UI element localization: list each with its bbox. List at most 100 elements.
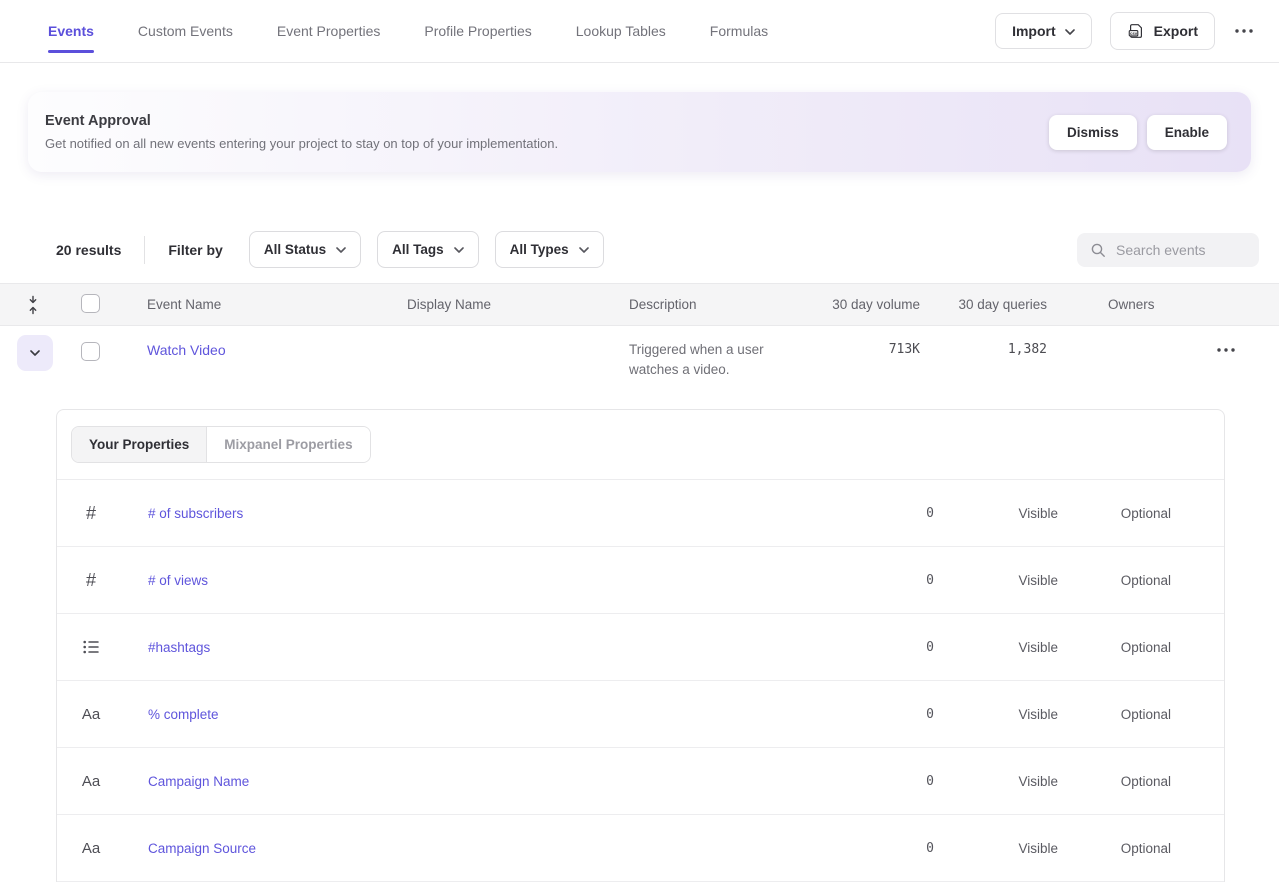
property-visibility: Visible (934, 640, 1058, 655)
property-requirement: Optional (1058, 774, 1171, 789)
properties-tabs-bar: Your Properties Mixpanel Properties (57, 410, 1224, 480)
text-icon: Aa (57, 707, 125, 722)
banner-text: Event Approval Get notified on all new e… (45, 113, 1049, 151)
chevron-down-icon (454, 247, 464, 253)
number-icon: # (57, 504, 125, 522)
property-row: # # of subscribers 0 Visible Optional (57, 480, 1224, 547)
types-filter-label: All Types (510, 242, 569, 257)
tab-mixpanel-properties[interactable]: Mixpanel Properties (207, 427, 369, 462)
list-icon (57, 640, 125, 654)
property-requirement: Optional (1058, 640, 1171, 655)
property-visibility: Visible (934, 707, 1058, 722)
status-filter-label: All Status (264, 242, 326, 257)
top-navigation: Events Custom Events Event Properties Pr… (0, 0, 1279, 63)
svg-text:csv: csv (1130, 31, 1138, 36)
more-options-button[interactable] (1233, 25, 1255, 37)
tab-custom-events[interactable]: Custom Events (138, 0, 233, 62)
property-name-link[interactable]: Campaign Name (148, 774, 249, 789)
property-requirement: Optional (1058, 707, 1171, 722)
property-row: Aa % complete 0 Visible Optional (57, 681, 1224, 748)
property-visibility: Visible (934, 573, 1058, 588)
tab-formulas[interactable]: Formulas (710, 0, 768, 62)
banner-title: Event Approval (45, 113, 1049, 129)
results-count: 20 results (56, 242, 121, 258)
event-properties-panel: Your Properties Mixpanel Properties # # … (56, 409, 1225, 882)
property-name-link[interactable]: # of views (148, 573, 208, 588)
chevron-down-icon (1065, 29, 1075, 35)
property-volume: 0 (814, 774, 934, 789)
collapse-rows-icon (27, 295, 39, 315)
property-name-link[interactable]: #hashtags (148, 640, 210, 655)
property-visibility: Visible (934, 506, 1058, 521)
property-volume: 0 (814, 707, 934, 722)
more-icon (1235, 29, 1253, 33)
event-queries: 1,382 (920, 326, 1047, 357)
property-row: #hashtags 0 Visible Optional (57, 614, 1224, 681)
property-visibility: Visible (934, 841, 1058, 856)
text-icon: Aa (57, 774, 125, 789)
tab-events[interactable]: Events (48, 0, 94, 62)
property-volume: 0 (814, 841, 934, 856)
tab-your-properties[interactable]: Your Properties (72, 427, 207, 462)
enable-button[interactable]: Enable (1147, 115, 1227, 150)
tags-filter-dropdown[interactable]: All Tags (377, 231, 479, 268)
property-name-link[interactable]: % complete (148, 707, 219, 722)
text-icon: Aa (57, 841, 125, 856)
column-event-name: Event Name (132, 297, 392, 312)
import-button-label: Import (1012, 23, 1056, 39)
dismiss-button[interactable]: Dismiss (1049, 115, 1137, 150)
tags-filter-label: All Tags (392, 242, 444, 257)
property-name-link[interactable]: # of subscribers (148, 506, 243, 521)
property-volume: 0 (814, 573, 934, 588)
event-volume: 713K (805, 326, 920, 357)
export-button[interactable]: csv Export (1110, 12, 1215, 50)
property-requirement: Optional (1058, 573, 1171, 588)
topbar-actions: Import csv Export (995, 12, 1255, 50)
chevron-down-icon (579, 247, 589, 253)
row-more-options-button[interactable] (1215, 346, 1237, 354)
property-row: Aa Campaign Name 0 Visible Optional (57, 748, 1224, 815)
property-visibility: Visible (934, 774, 1058, 789)
export-button-label: Export (1154, 23, 1198, 39)
column-owners: Owners (1047, 297, 1279, 312)
select-all-checkbox[interactable] (81, 294, 100, 313)
nav-tabs: Events Custom Events Event Properties Pr… (48, 0, 995, 62)
event-name-link[interactable]: Watch Video (147, 342, 226, 358)
property-requirement: Optional (1058, 841, 1171, 856)
column-volume: 30 day volume (805, 297, 920, 312)
chevron-down-icon (30, 350, 40, 356)
property-row: # # of views 0 Visible Optional (57, 547, 1224, 614)
import-button[interactable]: Import (995, 13, 1092, 49)
banner-actions: Dismiss Enable (1049, 115, 1227, 150)
banner-description: Get notified on all new events entering … (45, 136, 1049, 151)
collapse-row-button[interactable] (17, 335, 53, 371)
property-row: Aa Campaign Source 0 Visible Optional (57, 815, 1224, 882)
column-display-name: Display Name (392, 297, 614, 312)
property-volume: 0 (814, 506, 934, 521)
tab-profile-properties[interactable]: Profile Properties (424, 0, 531, 62)
event-description: Triggered when a user watches a video. (614, 326, 805, 380)
more-icon (1217, 348, 1235, 352)
tab-lookup-tables[interactable]: Lookup Tables (576, 0, 666, 62)
types-filter-dropdown[interactable]: All Types (495, 231, 604, 268)
property-name-link[interactable]: Campaign Source (148, 841, 256, 856)
column-description: Description (614, 297, 805, 312)
property-requirement: Optional (1058, 506, 1171, 521)
filter-by-label: Filter by (168, 242, 222, 258)
property-volume: 0 (814, 640, 934, 655)
tab-event-properties[interactable]: Event Properties (277, 0, 381, 62)
select-row-checkbox[interactable] (81, 342, 100, 361)
events-table-header: Event Name Display Name Description 30 d… (0, 283, 1279, 326)
collapse-all-cell[interactable] (0, 295, 66, 315)
filter-toolbar: 20 results Filter by All Status All Tags… (56, 231, 1259, 268)
properties-segmented-control: Your Properties Mixpanel Properties (71, 426, 371, 463)
search-box (1077, 233, 1259, 267)
search-input[interactable] (1077, 233, 1259, 267)
status-filter-dropdown[interactable]: All Status (249, 231, 361, 268)
chevron-down-icon (336, 247, 346, 253)
csv-file-icon: csv (1127, 22, 1145, 40)
filter-pills: All Status All Tags All Types (249, 231, 604, 268)
event-row-watch-video: Watch Video Triggered when a user watche… (0, 326, 1279, 409)
number-icon: # (57, 571, 125, 589)
event-approval-banner: Event Approval Get notified on all new e… (28, 92, 1251, 172)
